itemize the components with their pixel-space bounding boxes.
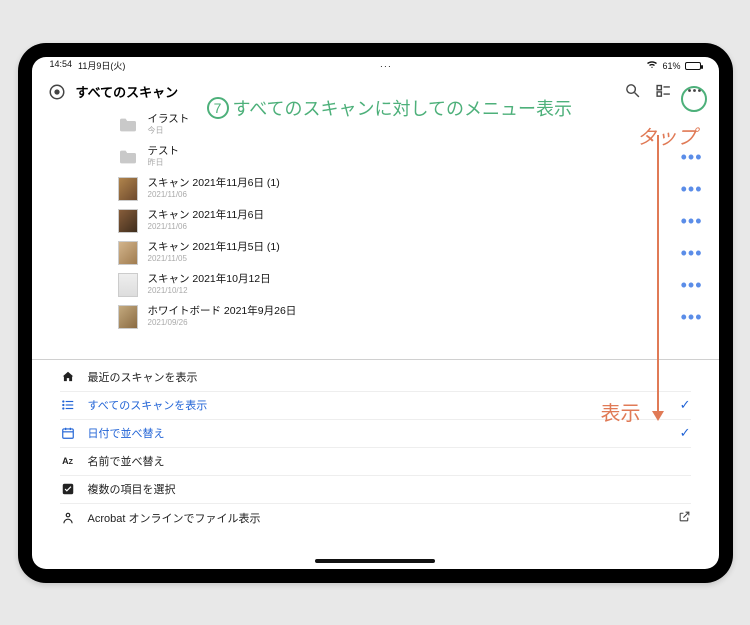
- menu-item[interactable]: 最近のスキャンを表示: [60, 364, 691, 392]
- list-item-subtitle: 2021/09/26: [148, 318, 671, 328]
- list-item-subtitle: 2021/11/06: [148, 190, 671, 200]
- status-time: 14:54: [50, 59, 73, 72]
- acrobat-icon: [60, 511, 76, 525]
- menu-item[interactable]: 日付で並べ替え ✓: [60, 420, 691, 448]
- menu-item-label: 名前で並べ替え: [88, 453, 165, 469]
- menu-item[interactable]: AZ 名前で並べ替え: [60, 448, 691, 476]
- list-item-title: イラスト: [148, 113, 703, 126]
- list-item-title: スキャン 2021年11月5日 (1): [148, 241, 671, 254]
- open-external-icon: [678, 510, 691, 526]
- page-title: すべてのスキャン: [76, 82, 179, 101]
- scan-thumbnail: [118, 241, 138, 265]
- scan-thumbnail: [118, 177, 138, 201]
- status-bar: 14:54 11月9日(火) ··· 61%: [32, 57, 719, 75]
- menu-item[interactable]: Acrobat オンラインでファイル表示: [60, 504, 691, 532]
- list-item-text: テスト昨日: [148, 145, 671, 167]
- list-item-title: スキャン 2021年11月6日: [148, 209, 671, 222]
- az-icon: AZ: [60, 456, 76, 466]
- scan-thumbnail: [118, 305, 138, 329]
- screen: 14:54 11月9日(火) ··· 61% すべてのスキャン: [32, 57, 719, 569]
- list-item-subtitle: 今日: [148, 126, 703, 136]
- list-item[interactable]: ホワイトボード 2021年9月26日2021/09/26•••: [118, 301, 719, 333]
- status-center-dots: ···: [125, 61, 646, 71]
- list-item-text: スキャン 2021年11月6日 (1)2021/11/06: [148, 177, 671, 199]
- menu-sheet: 最近のスキャンを表示すべてのスキャンを表示 ✓ 日付で並べ替え ✓ AZ 名前で並べ替え複…: [32, 360, 719, 536]
- scan-thumbnail: [118, 273, 138, 297]
- scan-thumbnail: [118, 209, 138, 233]
- check-icon: [60, 482, 76, 496]
- list-item[interactable]: イラスト今日: [118, 109, 719, 141]
- list-item[interactable]: テスト昨日•••: [118, 141, 719, 173]
- scan-list: イラスト今日テスト昨日•••スキャン 2021年11月6日 (1)2021/11…: [32, 109, 719, 333]
- list-item-subtitle: 2021/11/05: [148, 254, 671, 264]
- list-item-title: スキャン 2021年11月6日 (1): [148, 177, 671, 190]
- calendar-icon: [60, 426, 76, 440]
- list-item-subtitle: 2021/10/12: [148, 286, 671, 296]
- menu-item-label: すべてのスキャンを表示: [88, 397, 208, 413]
- list-item-title: ホワイトボード 2021年9月26日: [148, 305, 671, 318]
- battery-icon: [685, 62, 701, 70]
- app-logo-icon: [48, 83, 66, 101]
- list-item-subtitle: 昨日: [148, 158, 671, 168]
- list-item-text: イラスト今日: [148, 113, 703, 135]
- checkmark-icon: ✓: [680, 397, 691, 413]
- list-item-subtitle: 2021/11/06: [148, 222, 671, 232]
- ipad-frame: 14:54 11月9日(火) ··· 61% すべてのスキャン: [18, 43, 733, 583]
- menu-item-label: 最近のスキャンを表示: [88, 369, 198, 385]
- list-item-title: スキャン 2021年10月12日: [148, 273, 671, 286]
- home-icon: [60, 370, 76, 384]
- status-date: 11月9日(火): [78, 59, 125, 72]
- menu-item-label: 日付で並べ替え: [88, 425, 165, 441]
- list-icon: [60, 398, 76, 412]
- folder-icon: [118, 113, 138, 137]
- list-item[interactable]: スキャン 2021年10月12日2021/10/12•••: [118, 269, 719, 301]
- list-item-title: テスト: [148, 145, 671, 158]
- checkmark-icon: ✓: [680, 425, 691, 441]
- battery-percent: 61%: [662, 61, 680, 71]
- more-menu-icon[interactable]: [686, 82, 703, 102]
- list-item-text: スキャン 2021年11月6日2021/11/06: [148, 209, 671, 231]
- view-options-icon[interactable]: [655, 82, 672, 102]
- list-item[interactable]: スキャン 2021年11月6日2021/11/06•••: [118, 205, 719, 237]
- wifi-icon: [646, 60, 658, 71]
- menu-item-label: 複数の項目を選択: [88, 481, 176, 497]
- list-item-text: ホワイトボード 2021年9月26日2021/09/26: [148, 305, 671, 327]
- menu-item-label: Acrobat オンラインでファイル表示: [88, 510, 261, 526]
- search-icon[interactable]: [624, 82, 641, 102]
- folder-icon: [118, 145, 138, 169]
- menu-item[interactable]: 複数の項目を選択: [60, 476, 691, 504]
- list-item-text: スキャン 2021年11月5日 (1)2021/11/05: [148, 241, 671, 263]
- list-item-text: スキャン 2021年10月12日2021/10/12: [148, 273, 671, 295]
- list-item[interactable]: スキャン 2021年11月5日 (1)2021/11/05•••: [118, 237, 719, 269]
- app-header: すべてのスキャン: [32, 75, 719, 109]
- menu-item[interactable]: すべてのスキャンを表示 ✓: [60, 392, 691, 420]
- home-indicator[interactable]: [315, 559, 435, 563]
- list-item[interactable]: スキャン 2021年11月6日 (1)2021/11/06•••: [118, 173, 719, 205]
